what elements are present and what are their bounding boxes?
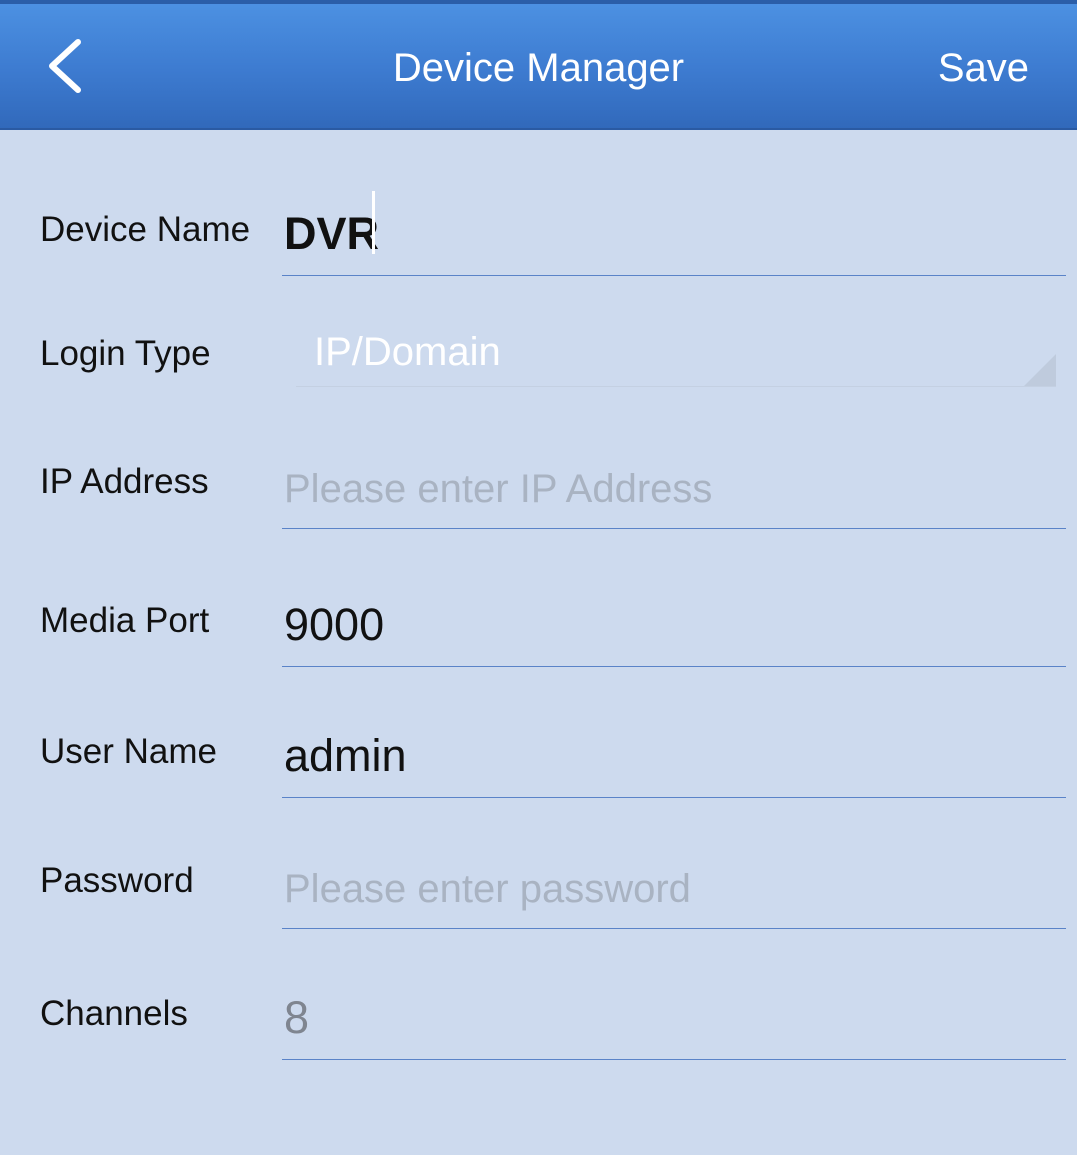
save-button[interactable]: Save [938,42,1029,94]
device-name-label: Device Name [40,210,251,249]
media-port-label: Media Port [40,601,210,640]
header-top-border [0,0,1077,4]
channels-input[interactable] [282,977,1066,1060]
dropdown-corner-icon [1024,354,1056,386]
back-button[interactable] [30,26,100,106]
user-name-label: User Name [40,732,217,771]
login-type-selected-value: IP/Domain [314,330,501,374]
page-title: Device Manager [392,46,685,90]
text-cursor [372,191,375,254]
chevron-left-icon [49,39,81,93]
password-label: Password [40,861,194,900]
media-port-input[interactable] [282,584,1066,667]
device-name-input[interactable] [282,192,1066,276]
password-input[interactable] [282,846,1066,929]
app-header: Device Manager Save [0,0,1077,130]
login-type-label: Login Type [40,334,211,373]
login-type-select[interactable]: IP/Domain [296,320,1056,387]
user-name-input[interactable] [282,715,1066,798]
ip-address-label: IP Address [40,462,209,501]
channels-label: Channels [40,994,188,1033]
ip-address-input[interactable] [282,446,1066,529]
